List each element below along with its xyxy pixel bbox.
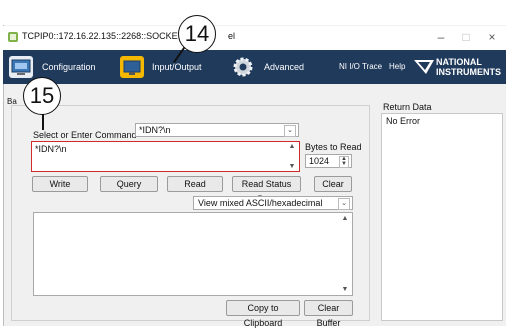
window-title: TCPIP0::172.16.22.135::2268::SOCKET [22,31,184,41]
chevron-down-icon[interactable]: ⌄ [338,198,350,210]
command-select-value: *IDN?\n [139,125,171,135]
output-text-area[interactable]: ▲ ▼ [33,212,353,296]
configuration-tab-icon [9,56,33,78]
callout-15: 15 [23,77,61,115]
stepper-arrows-icon[interactable]: ▲ ▼ [339,156,349,168]
bytes-to-read-label: Bytes to Read [305,142,362,152]
gear-icon [231,56,255,78]
scroll-down-icon[interactable]: ▼ [286,163,298,170]
callout-14: 14 [178,15,216,53]
brand-top: NATIONAL [436,57,482,67]
command-text: *IDN?\n [35,144,67,154]
ni-eagle-logo-icon [414,60,434,74]
maximize-button[interactable]: □ [455,28,477,46]
return-data-label: Return Data [383,102,432,112]
read-button[interactable]: Read [167,176,223,192]
bytes-to-read-stepper[interactable]: 1024 ▲ ▼ [305,154,352,168]
command-text-area[interactable]: *IDN?\n ▲ ▼ [31,141,300,172]
read-status-byte-button[interactable]: Read Status Byte [232,176,301,204]
chevron-down-icon[interactable]: ⌄ [284,125,296,137]
clear-button[interactable]: Clear [314,176,352,192]
bytes-to-read-value: 1024 [309,156,330,166]
scroll-up-icon[interactable]: ▲ [286,143,298,150]
view-mode-value: View mixed ASCII/hexadecimal [198,198,323,208]
command-select[interactable]: *IDN?\n ⌄ [135,123,299,137]
copy-to-clipboard-button[interactable]: Copy to Clipboard [226,300,300,328]
scroll-down-icon[interactable]: ▼ [339,286,351,293]
command-label: Select or Enter Command [33,130,137,140]
return-data-box: No Error [381,113,503,321]
minimize-button[interactable]: – [430,28,452,46]
app-icon [8,32,18,42]
input-output-tab-icon [120,56,144,78]
help-link[interactable]: Help [389,50,405,84]
ni-io-trace-link[interactable]: NI I/O Trace [339,50,382,84]
view-mode-select[interactable]: View mixed ASCII/hexadecimal ⌄ [193,196,353,210]
return-data-value: No Error [386,116,421,126]
window-title-tail: el [228,31,236,41]
scroll-up-icon[interactable]: ▲ [339,215,351,222]
close-button[interactable]: × [481,28,503,46]
clear-buffer-button[interactable]: Clear Buffer [304,300,353,328]
query-button[interactable]: Query [100,176,158,192]
brand-bottom: INSTRUMENTS [436,67,501,77]
advanced-tab[interactable]: Advanced [264,50,304,84]
write-button[interactable]: Write [32,176,88,192]
ni-brand-logo: NATIONAL INSTRUMENTS [436,57,506,77]
